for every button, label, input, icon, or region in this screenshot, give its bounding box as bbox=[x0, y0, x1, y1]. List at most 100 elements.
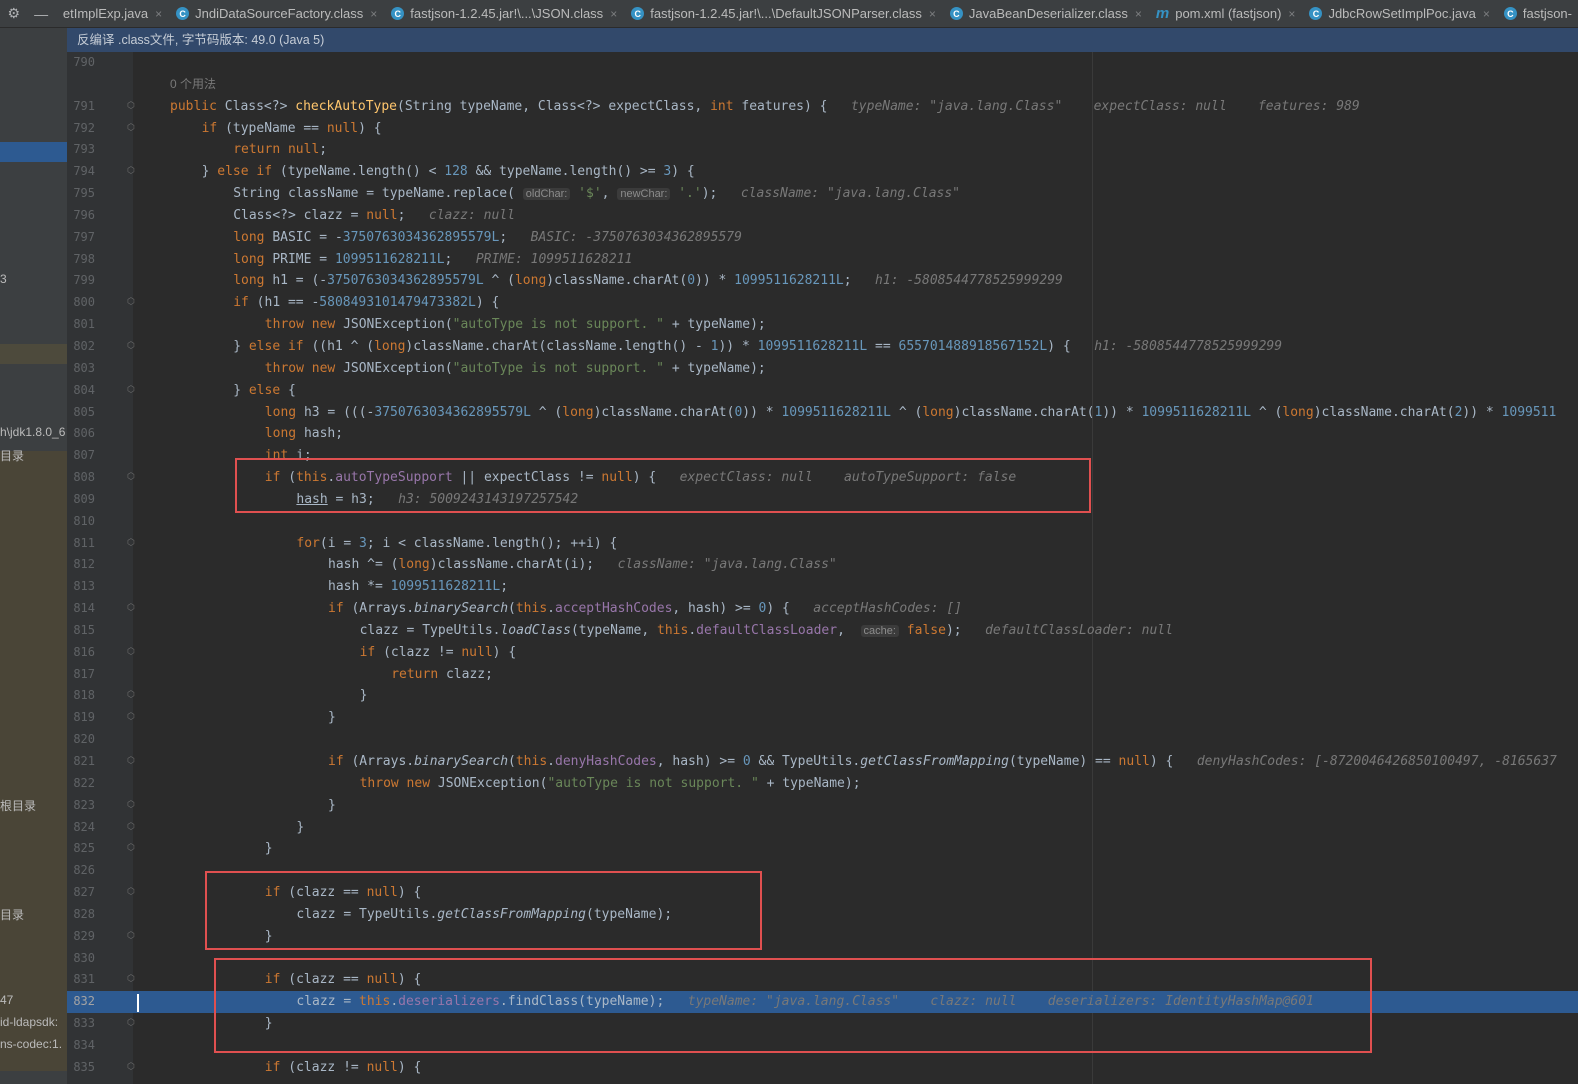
code-line[interactable]: 825 ⬡} bbox=[67, 838, 1578, 860]
tab-7[interactable]: Cfastjson- bbox=[1496, 0, 1578, 27]
code-line[interactable]: 821 ⬡ if (Arrays.binarySearch(this.denyHas… bbox=[67, 751, 1578, 773]
code-line[interactable]: 824 ⬡} bbox=[67, 817, 1578, 839]
line-number[interactable]: 833 bbox=[67, 1013, 95, 1035]
fold-icon[interactable]: ⬡ bbox=[127, 931, 135, 941]
line-number[interactable]: 823 bbox=[67, 795, 95, 817]
line-number[interactable]: 798 bbox=[67, 249, 95, 271]
close-icon[interactable]: × bbox=[610, 7, 617, 21]
fold-icon[interactable]: ⬡ bbox=[127, 385, 135, 395]
line-number[interactable]: 801 bbox=[67, 314, 95, 336]
line-number[interactable]: 811 bbox=[67, 533, 95, 555]
line-number[interactable]: 793 bbox=[67, 139, 95, 161]
fold-icon[interactable]: ⬡ bbox=[127, 123, 135, 133]
code-line[interactable]: 797 long BASIC = -3750763034362895579L; B… bbox=[67, 227, 1578, 249]
fold-icon[interactable]: ⬡ bbox=[127, 757, 135, 766]
code-line[interactable]: 801 throw new JSONException("autoType is … bbox=[67, 314, 1578, 336]
fold-icon[interactable]: ⬡ bbox=[127, 1019, 135, 1028]
project-tree-item[interactable]: ns-codec:1. bbox=[0, 1037, 62, 1051]
line-number[interactable]: 790 bbox=[67, 52, 95, 74]
line-number[interactable]: 821 bbox=[67, 751, 95, 773]
code-line[interactable]: 810 bbox=[67, 511, 1578, 533]
line-number[interactable]: 828 bbox=[67, 904, 95, 926]
project-selected-row[interactable] bbox=[0, 142, 67, 162]
line-number[interactable]: 820 bbox=[67, 729, 95, 751]
close-icon[interactable]: × bbox=[370, 7, 377, 21]
fold-icon[interactable]: ⬡ bbox=[127, 1062, 135, 1072]
line-number[interactable]: 804 bbox=[67, 380, 95, 402]
tab-4[interactable]: C JavaBeanDeserializer.class × bbox=[942, 0, 1148, 27]
code-line[interactable]: 798 long PRIME = 1099511628211L; PRIME: 1… bbox=[67, 249, 1578, 271]
project-tree-item[interactable]: 根目录 bbox=[0, 797, 36, 814]
line-number[interactable]: 816 bbox=[67, 642, 95, 664]
fold-icon[interactable]: ⬡ bbox=[127, 341, 135, 351]
line-number[interactable]: 819 bbox=[67, 707, 95, 729]
line-number[interactable]: 791 bbox=[67, 96, 95, 118]
line-number[interactable]: 832 bbox=[67, 991, 95, 1013]
line-number[interactable]: 799 bbox=[67, 270, 95, 292]
line-number[interactable]: 830 bbox=[67, 948, 95, 970]
fold-icon[interactable]: ⬡ bbox=[127, 888, 135, 897]
code-line[interactable]: 806 long hash; bbox=[67, 423, 1578, 445]
fold-icon[interactable]: ⬡ bbox=[127, 822, 135, 832]
line-number[interactable]: 797 bbox=[67, 227, 95, 249]
project-tree-item[interactable]: 目录 bbox=[0, 447, 24, 464]
code-line[interactable]: 835 ⬡ if (clazz != null) { bbox=[67, 1057, 1578, 1079]
line-number[interactable]: 829 bbox=[67, 926, 95, 948]
close-icon[interactable]: × bbox=[155, 7, 162, 21]
fold-icon[interactable]: ⬡ bbox=[127, 647, 135, 657]
fold-icon[interactable]: ⬡ bbox=[127, 713, 135, 722]
tab-1[interactable]: C JndiDataSourceFactory.class × bbox=[168, 0, 383, 27]
line-number[interactable]: 831 bbox=[67, 969, 95, 991]
code-line[interactable]: 795 String className = typeName.replace( … bbox=[67, 183, 1578, 205]
code-line[interactable]: 823 ⬡} bbox=[67, 795, 1578, 817]
line-number[interactable]: 800 bbox=[67, 292, 95, 314]
line-number[interactable]: 792 bbox=[67, 118, 95, 140]
code-line[interactable]: 815 clazz = TypeUtils.loadClass(typeName,… bbox=[67, 620, 1578, 642]
fold-icon[interactable]: ⬡ bbox=[127, 975, 135, 984]
line-number[interactable]: 818 bbox=[67, 685, 95, 707]
line-number[interactable]: 805 bbox=[67, 402, 95, 424]
gear-icon[interactable]: ⚙ bbox=[5, 5, 23, 22]
code-line[interactable]: 812 hash ^= (long)className.charAt(i); cl… bbox=[67, 554, 1578, 576]
line-number[interactable]: 796 bbox=[67, 205, 95, 227]
close-icon[interactable]: × bbox=[929, 7, 936, 21]
fold-icon[interactable]: ⬡ bbox=[127, 101, 135, 111]
fold-icon[interactable]: ⬡ bbox=[127, 167, 135, 176]
line-number[interactable]: 794 bbox=[67, 161, 95, 183]
code-line[interactable]: 799 long h1 = (-3750763034362895579L ^ (l… bbox=[67, 270, 1578, 292]
code-line[interactable]: 0 个用法 bbox=[67, 74, 1578, 96]
fold-icon[interactable]: ⬡ bbox=[127, 844, 135, 853]
tab-2[interactable]: Cfastjson-1.2.45.jar!\...\JSON.class × bbox=[383, 0, 623, 27]
code-line[interactable]: 805 long h3 = (((-3750763034362895579L ^ … bbox=[67, 402, 1578, 424]
line-number[interactable]: 802 bbox=[67, 336, 95, 358]
line-number[interactable]: 806 bbox=[67, 423, 95, 445]
line-number[interactable]: 826 bbox=[67, 860, 95, 882]
code-line[interactable]: 802 ⬡} else if ((h1 ^ (long)className.cha… bbox=[67, 336, 1578, 358]
line-number[interactable]: 812 bbox=[67, 554, 95, 576]
line-number[interactable]: 834 bbox=[67, 1035, 95, 1057]
line-number[interactable]: 803 bbox=[67, 358, 95, 380]
fold-icon[interactable]: ⬡ bbox=[127, 473, 135, 482]
line-number[interactable]: 808 bbox=[67, 467, 95, 489]
line-number[interactable]: 795 bbox=[67, 183, 95, 205]
code-line[interactable]: 811 ⬡ for(i = 3; i < className.length(); +… bbox=[67, 533, 1578, 555]
code-line[interactable]: 793 return null; bbox=[67, 139, 1578, 161]
line-number[interactable]: 813 bbox=[67, 576, 95, 598]
line-number[interactable]: 827 bbox=[67, 882, 95, 904]
minimize-icon[interactable]: — bbox=[32, 6, 50, 22]
project-tree-item[interactable]: h\jdk1.8.0_6 bbox=[0, 425, 65, 439]
code-line[interactable]: 791 ⬡ public Class<?> checkAutoType(String… bbox=[67, 96, 1578, 118]
line-number[interactable]: 825 bbox=[67, 838, 95, 860]
fold-icon[interactable]: ⬡ bbox=[127, 800, 135, 810]
code-line[interactable]: 803 throw new JSONException("autoType is … bbox=[67, 358, 1578, 380]
code-line[interactable]: 817 return clazz; bbox=[67, 664, 1578, 686]
code-line[interactable]: 792 ⬡ if (typeName == null) { bbox=[67, 118, 1578, 140]
line-number[interactable]: 824 bbox=[67, 817, 95, 839]
code-line[interactable]: 796 Class<?> clazz = null; clazz: null bbox=[67, 205, 1578, 227]
code-line[interactable]: 818 ⬡} bbox=[67, 685, 1578, 707]
code-line[interactable]: 804 ⬡} else { bbox=[67, 380, 1578, 402]
tab-3[interactable]: Cfastjson-1.2.45.jar!\...\DefaultJSONPar… bbox=[623, 0, 942, 27]
fold-icon[interactable]: ⬡ bbox=[127, 691, 135, 700]
line-number[interactable]: 810 bbox=[67, 511, 95, 533]
line-number[interactable]: 814 bbox=[67, 598, 95, 620]
